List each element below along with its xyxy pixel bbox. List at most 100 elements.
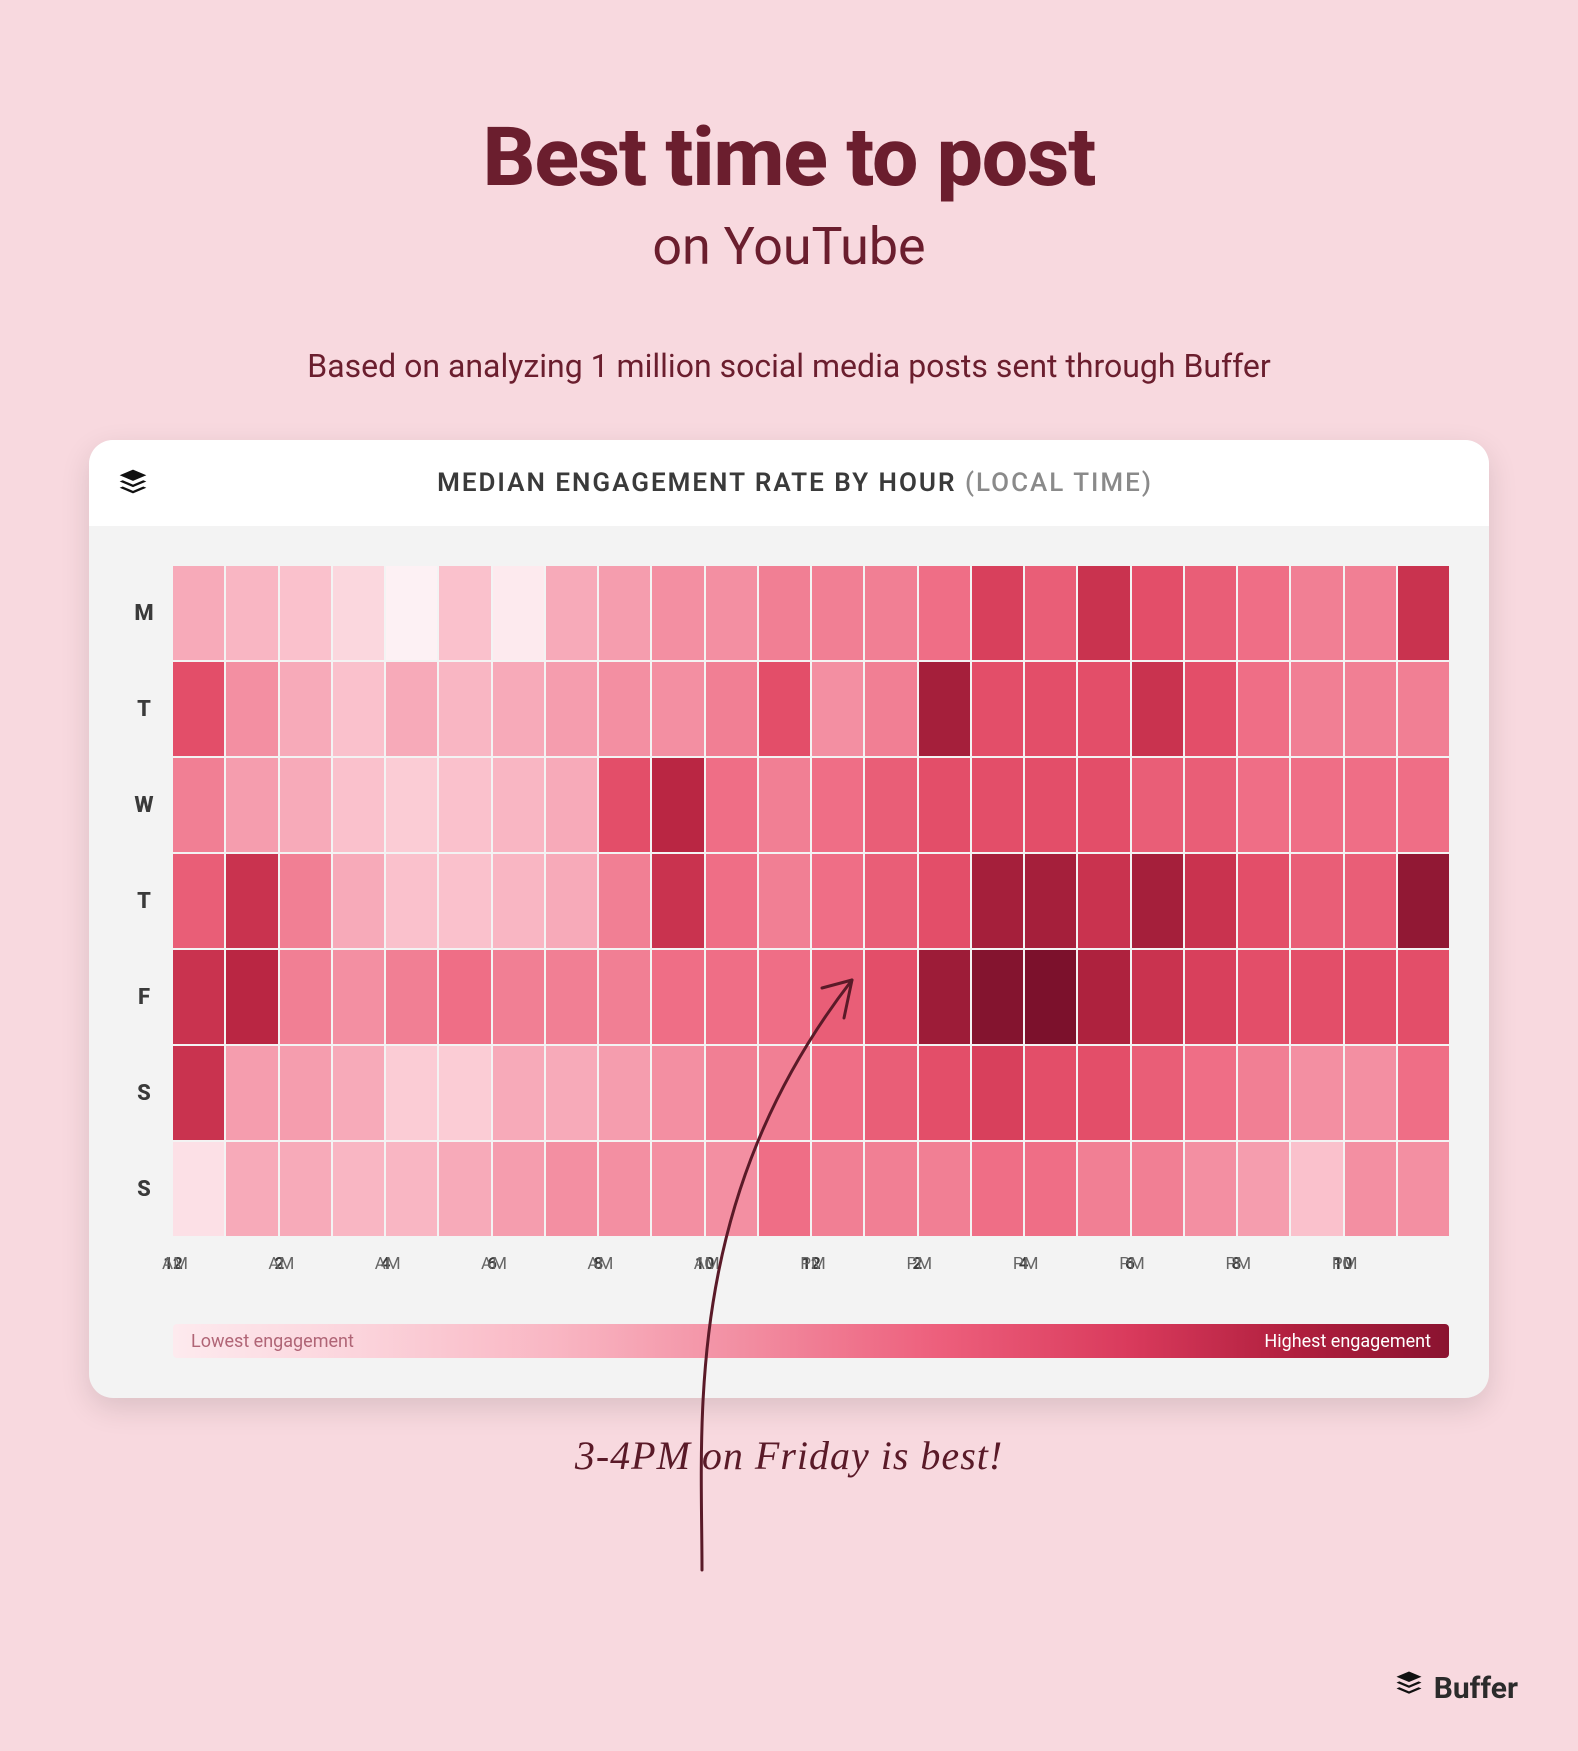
heatmap-cell <box>226 950 277 1044</box>
heatmap-cell <box>706 662 757 756</box>
heatmap-cell <box>972 758 1023 852</box>
heatmap-cell <box>439 758 490 852</box>
heatmap-cell <box>1345 854 1396 948</box>
heatmap-cell <box>812 1046 863 1140</box>
heatmap-cell <box>1398 566 1449 660</box>
heatmap-cell <box>972 1142 1023 1236</box>
heatmap-row: W <box>129 758 1449 852</box>
heatmap-cell <box>599 758 650 852</box>
heatmap-cell <box>919 1142 970 1236</box>
heatmap-cell <box>1025 758 1076 852</box>
heatmap-cell <box>1025 950 1076 1044</box>
heatmap-cell <box>1291 1046 1342 1140</box>
heatmap-cell <box>493 758 544 852</box>
heatmap-cell <box>1398 1142 1449 1236</box>
heatmap-cell <box>706 1142 757 1236</box>
heatmap-cell <box>1238 950 1289 1044</box>
heatmap-cell <box>1132 854 1183 948</box>
heatmap-cell <box>439 950 490 1044</box>
heatmap-cell <box>812 950 863 1044</box>
heatmap-cell <box>652 758 703 852</box>
heatmap-cell <box>599 566 650 660</box>
y-axis-label: M <box>129 601 159 626</box>
heatmap-cell <box>226 662 277 756</box>
heatmap-cell <box>546 566 597 660</box>
buffer-icon <box>1394 1669 1424 1707</box>
heatmap-cell <box>1345 566 1396 660</box>
heatmap-cell <box>759 950 810 1044</box>
y-axis-label: T <box>129 697 159 722</box>
heatmap-cell <box>865 950 916 1044</box>
heatmap-cell <box>173 1046 224 1140</box>
heatmap-cell <box>972 566 1023 660</box>
heatmap-cell <box>599 950 650 1044</box>
heatmap-cell <box>173 854 224 948</box>
heatmap-cell <box>1291 566 1342 660</box>
annotation-text: 3-4PM on Friday is best! <box>0 1432 1578 1479</box>
heatmap-cell <box>1345 758 1396 852</box>
heatmap-cell <box>493 566 544 660</box>
heatmap-cell <box>546 1142 597 1236</box>
heatmap-cell <box>333 950 384 1044</box>
heatmap-cell <box>759 662 810 756</box>
title-block: Best time to post on YouTube Based on an… <box>0 0 1578 385</box>
heatmap-cell <box>812 566 863 660</box>
heatmap-cell <box>1238 566 1289 660</box>
heatmap-cell <box>919 758 970 852</box>
heatmap-cell <box>652 950 703 1044</box>
heatmap-cell <box>333 662 384 756</box>
heatmap-cell <box>280 950 331 1044</box>
heatmap-cell <box>1132 1046 1183 1140</box>
heatmap-cell <box>652 662 703 756</box>
heatmap-cell <box>1025 1046 1076 1140</box>
heatmap-cell <box>652 566 703 660</box>
card-title: MEDIAN ENGAGEMENT RATE BY HOUR (LOCAL TI… <box>169 468 1461 498</box>
heatmap-cell <box>865 854 916 948</box>
legend: Lowest engagement Highest engagement <box>89 1284 1489 1398</box>
page-subtitle: on YouTube <box>0 216 1578 277</box>
heatmap-cell <box>1132 1142 1183 1236</box>
heatmap-cell <box>706 758 757 852</box>
heatmap-cell <box>493 854 544 948</box>
heatmap-cell <box>1291 950 1342 1044</box>
heatmap-cell <box>173 758 224 852</box>
heatmap-cell <box>1238 854 1289 948</box>
heatmap-cell <box>1398 854 1449 948</box>
heatmap-row: T <box>129 662 1449 756</box>
heatmap-cell <box>919 566 970 660</box>
heatmap-cell <box>386 662 437 756</box>
heatmap-cell <box>226 566 277 660</box>
heatmap-cell <box>280 758 331 852</box>
heatmap-cell <box>333 758 384 852</box>
heatmap-row: S <box>129 1046 1449 1140</box>
heatmap-cell <box>1185 758 1236 852</box>
legend-low-label: Lowest engagement <box>191 1331 354 1352</box>
heatmap-cell <box>280 662 331 756</box>
heatmap-cell <box>173 662 224 756</box>
heatmap-cell <box>652 854 703 948</box>
heatmap-cell <box>1132 758 1183 852</box>
heatmap-cell <box>333 566 384 660</box>
heatmap-cell <box>1185 1046 1236 1140</box>
heatmap-cell <box>280 854 331 948</box>
heatmap-cell <box>972 854 1023 948</box>
heatmap-cell <box>599 854 650 948</box>
heatmap-cell <box>865 662 916 756</box>
heatmap-cell <box>1291 854 1342 948</box>
heatmap-row: S <box>129 1142 1449 1236</box>
heatmap-cell <box>706 854 757 948</box>
heatmap-cell <box>546 1046 597 1140</box>
heatmap-cell <box>706 1046 757 1140</box>
card-title-main: MEDIAN ENGAGEMENT RATE BY HOUR <box>437 468 956 498</box>
heatmap-cell <box>919 1046 970 1140</box>
heatmap-cell <box>1345 1046 1396 1140</box>
brand-mark: Buffer <box>1394 1669 1518 1707</box>
heatmap-cell <box>1078 1046 1129 1140</box>
heatmap-cell <box>546 950 597 1044</box>
heatmap-cell <box>812 662 863 756</box>
y-axis-label: S <box>129 1081 159 1106</box>
page-title: Best time to post <box>0 110 1578 206</box>
heatmap-cell <box>333 1046 384 1140</box>
legend-high-label: Highest engagement <box>1264 1331 1431 1352</box>
heatmap-cell <box>1078 566 1129 660</box>
